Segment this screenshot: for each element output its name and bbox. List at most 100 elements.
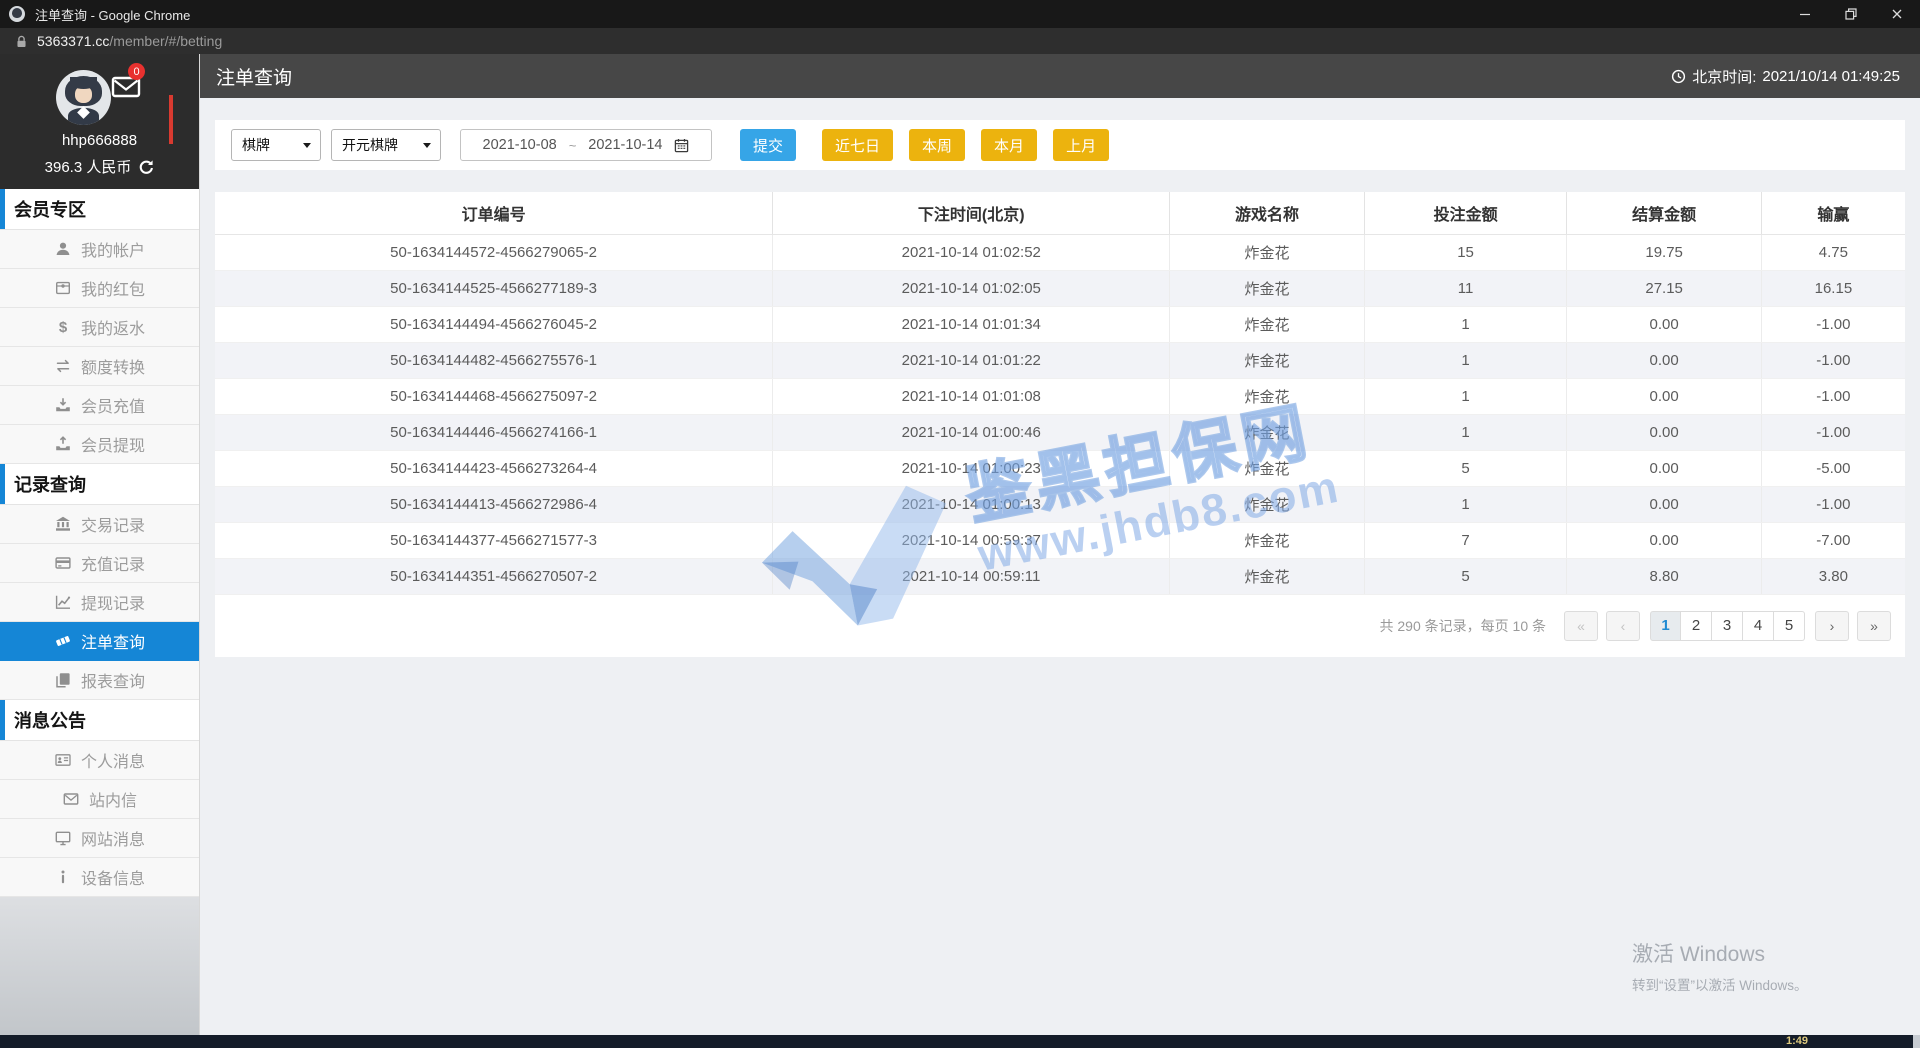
column-header-game-name: 游戏名称 xyxy=(1169,192,1365,235)
this-month-button[interactable]: 本月 xyxy=(981,129,1038,161)
first-page-button[interactable]: « xyxy=(1564,610,1598,641)
username: hhp666888 xyxy=(61,132,138,149)
browser-titlebar: 注单查询 - Google Chrome xyxy=(0,0,1920,28)
game-name-cell: 炸金花 xyxy=(1169,522,1365,559)
bet-time-cell: 2021-10-14 01:02:05 xyxy=(772,270,1171,307)
order-id-cell: 50-1634144525-4566277189-3 xyxy=(215,270,774,307)
site-favicon xyxy=(9,6,25,22)
address-bar[interactable]: 5363371.cc/member/#/betting xyxy=(0,28,1920,54)
order-id-cell: 50-1634144377-4566271577-3 xyxy=(215,522,774,559)
avatar-bang xyxy=(70,77,97,89)
page-button-1[interactable]: 1 xyxy=(1650,610,1681,641)
sidebar-item-label: 站内信 xyxy=(88,793,137,810)
sidebar-item-personal-messages[interactable]: 个人消息 xyxy=(0,741,199,780)
bet-amount-cell: 11 xyxy=(1364,270,1568,307)
win-loss-cell: -1.00 xyxy=(1761,486,1905,523)
main-area: 注单查询 北京时间: 2021/10/14 01:49:25 棋牌 开元棋牌 2… xyxy=(200,54,1920,1035)
beijing-time: 北京时间: 2021/10/14 01:49:25 xyxy=(1671,66,1900,87)
scrollbar-corner xyxy=(1913,1035,1920,1048)
table-row: 50-1634144468-4566275097-2 2021-10-14 01:… xyxy=(215,378,1905,415)
clock-value: 2021/10/14 01:49:25 xyxy=(1762,67,1900,85)
page-button-2[interactable]: 2 xyxy=(1681,610,1712,641)
settle-amount-cell: 0.00 xyxy=(1566,414,1762,451)
refresh-icon[interactable] xyxy=(138,159,154,175)
game-name-cell: 炸金花 xyxy=(1169,450,1365,487)
deposit-icon xyxy=(54,397,72,413)
balance-row: 396.3 人民币 xyxy=(0,156,199,177)
minimize-button[interactable] xyxy=(1782,0,1828,28)
sidebar-item-report-query[interactable]: 报表查询 xyxy=(0,661,199,700)
sidebar-item-member-withdraw[interactable]: 会员提现 xyxy=(0,425,199,464)
balance-value: 396.3 人民币 xyxy=(44,159,132,176)
sidebar-item-label: 交易记录 xyxy=(80,518,145,535)
prev-page-button[interactable]: ‹ xyxy=(1606,610,1640,641)
page-button-3[interactable]: 3 xyxy=(1712,610,1743,641)
mail-icon xyxy=(62,791,80,807)
win-loss-cell: -1.00 xyxy=(1761,342,1905,379)
bet-amount-cell: 7 xyxy=(1364,522,1568,559)
last-7-days-button[interactable]: 近七日 xyxy=(822,129,894,161)
sidebar-item-deposit-records[interactable]: 充值记录 xyxy=(0,544,199,583)
dollar-icon: $ xyxy=(58,318,68,336)
section-header-label: 会员专区 xyxy=(14,200,86,220)
settle-amount-cell: 8.80 xyxy=(1566,558,1762,595)
section-accent-bar xyxy=(0,189,5,229)
table-row: 50-1634144377-4566271577-3 2021-10-14 00:… xyxy=(215,522,1905,559)
sidebar-item-red-packet[interactable]: 我的红包 xyxy=(0,269,199,308)
win-loss-cell: -1.00 xyxy=(1761,378,1905,415)
order-id-cell: 50-1634144351-4566270507-2 xyxy=(215,558,774,595)
settle-amount-cell: 0.00 xyxy=(1566,342,1762,379)
red-packet-icon xyxy=(54,280,72,296)
page-button-4[interactable]: 4 xyxy=(1743,610,1774,641)
calendar-icon xyxy=(674,138,689,153)
player-bar: 1:49 xyxy=(0,1035,1920,1048)
sidebar-item-quota-transfer[interactable]: 额度转换 xyxy=(0,347,199,386)
game-category-select[interactable]: 棋牌 xyxy=(231,129,321,161)
column-header-settle-amount: 结算金额 xyxy=(1566,192,1762,235)
close-button[interactable] xyxy=(1874,0,1920,28)
section-accent-bar xyxy=(0,464,5,504)
date-range-input[interactable]: 2021-10-08 ~ 2021-10-14 xyxy=(460,129,712,161)
sidebar-item-my-rebate[interactable]: $ 我的返水 xyxy=(0,308,199,347)
settle-amount-cell: 0.00 xyxy=(1566,522,1762,559)
sidebar-item-member-deposit[interactable]: 会员充值 xyxy=(0,386,199,425)
game-name-cell: 炸金花 xyxy=(1169,342,1365,379)
sidebar-item-withdrawal-records[interactable]: 提现记录 xyxy=(0,583,199,622)
last-month-button[interactable]: 上月 xyxy=(1053,129,1110,161)
next-page-button[interactable]: › xyxy=(1815,610,1849,641)
game-name-cell: 炸金花 xyxy=(1169,486,1365,523)
order-id-cell: 50-1634144423-4566273264-4 xyxy=(215,450,774,487)
table-header-row: 订单编号 下注时间(北京) 游戏名称 投注金额 结算金额 输赢 xyxy=(215,192,1905,235)
sidebar-item-transaction-records[interactable]: 交易记录 xyxy=(0,505,199,544)
submit-button[interactable]: 提交 xyxy=(740,129,797,161)
table-row: 50-1634144446-4566274166-1 2021-10-14 01:… xyxy=(215,414,1905,451)
sidebar-menu: 会员专区 我的帐户 我的红包 $ 我的返水 额度转换 会员充值 会员提现 记录查询 交易记录 充值记… xyxy=(0,189,199,897)
activation-title: 激活 Windows xyxy=(1632,943,1766,966)
app-body: 0 hhp666888 396.3 人民币 会员专区 我的帐户 我的红包 $ 我的返水额… xyxy=(0,54,1920,1035)
game-name-cell: 炸金花 xyxy=(1169,558,1365,595)
avatar[interactable] xyxy=(56,70,111,125)
pagination: 共 290 条记录，每页 10 条 « ‹ 12345 › » xyxy=(215,595,1905,657)
game-platform-select[interactable]: 开元棋牌 xyxy=(331,129,441,161)
page-button-5[interactable]: 5 xyxy=(1774,610,1805,641)
last-page-button[interactable]: » xyxy=(1857,610,1891,641)
win-loss-cell: -1.00 xyxy=(1761,306,1905,343)
chevron-down-icon xyxy=(423,142,431,148)
info-icon xyxy=(54,869,72,885)
sidebar-item-label: 注单查询 xyxy=(80,635,145,652)
order-id-cell: 50-1634144482-4566275576-1 xyxy=(215,342,774,379)
restore-button[interactable] xyxy=(1828,0,1874,28)
bet-time-cell: 2021-10-14 01:00:13 xyxy=(772,486,1171,523)
sidebar-item-site-mail[interactable]: 站内信 xyxy=(0,780,199,819)
sidebar-item-device-info[interactable]: 设备信息 xyxy=(0,858,199,897)
user-icon xyxy=(54,241,72,257)
date-to-value: 2021-10-14 xyxy=(588,137,663,153)
sidebar-item-site-messages[interactable]: 网站消息 xyxy=(0,819,199,858)
sidebar-item-my-account[interactable]: 我的帐户 xyxy=(0,230,199,269)
sidebar-item-bet-query[interactable]: 注单查询 xyxy=(0,622,199,661)
table-row: 50-1634144351-4566270507-2 2021-10-14 00:… xyxy=(215,558,1905,595)
bet-amount-cell: 1 xyxy=(1364,414,1568,451)
sidebar-item-label: 我的帐户 xyxy=(80,243,145,260)
this-week-button[interactable]: 本周 xyxy=(909,129,966,161)
window-title: 注单查询 - Google Chrome xyxy=(35,7,191,23)
